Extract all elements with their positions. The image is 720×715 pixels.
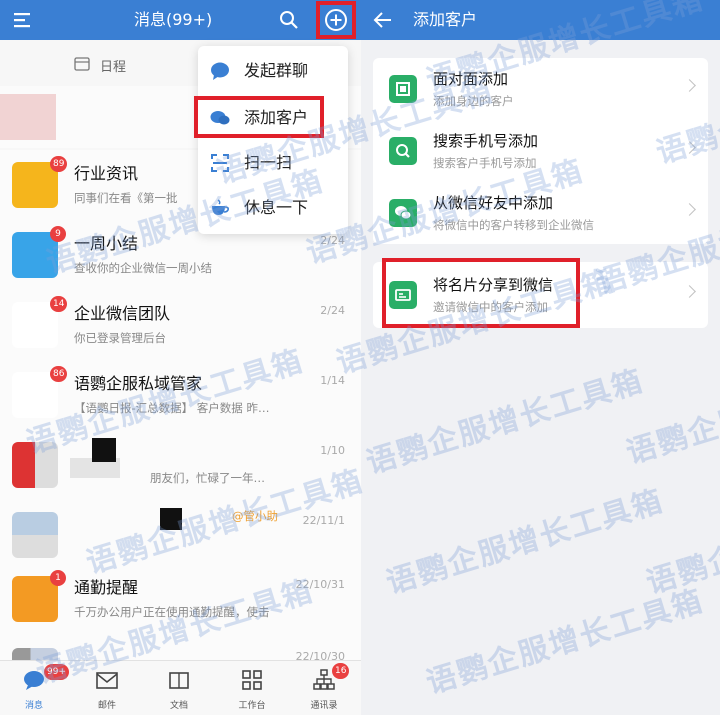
unread-badge: 89 — [50, 156, 68, 172]
tab-label: 工作台 — [238, 701, 266, 711]
tab-badge: 16 — [332, 663, 350, 679]
list-item[interactable]: 朋友们，忙碌了一年… 1/10 — [0, 430, 361, 500]
tab-workbench[interactable]: 工作台 — [222, 661, 282, 715]
coffee-cup-icon — [212, 199, 229, 215]
option-title: 搜索手机号添加 — [433, 132, 539, 150]
unread-badge: 9 — [50, 226, 66, 242]
chat-preview: 朋友们，忙碌了一年… — [150, 471, 265, 485]
option-face-to-face[interactable]: 面对面添加 添加身边的客户 — [373, 58, 708, 120]
chat-preview: 同事们在看《第一批 — [74, 191, 178, 205]
option-title: 面对面添加 — [433, 70, 509, 88]
chevron-right-icon — [683, 141, 696, 154]
blurred-avatar — [0, 94, 56, 140]
search-icon[interactable] — [279, 10, 299, 30]
tab-messages[interactable]: 99+ 消息 — [4, 661, 69, 715]
highlight-box-add-customer — [194, 96, 324, 138]
chat-preview: @管小助 — [232, 509, 278, 523]
scan-icon — [211, 154, 229, 172]
document-icon — [169, 672, 189, 689]
search-icon — [396, 144, 410, 158]
schedule-label: 日程 — [100, 60, 127, 75]
messages-screen: 消息(99+) 日程 89 行业资讯同事们在看《第一批 9 一周小结查收你的企业微信一… — [0, 0, 361, 715]
chat-name: 通勤提醒 — [74, 578, 139, 597]
chat-date: 22/11/1 — [302, 514, 345, 527]
option-subtitle: 搜索客户手机号添加 — [433, 156, 537, 170]
menu-item-label: 休息一下 — [244, 198, 309, 217]
page-title: 添加客户 — [413, 10, 478, 29]
chat-date: 1/10 — [320, 444, 345, 457]
chat-preview: 千万办公用户正在使用通勤提醒，使击 — [74, 605, 270, 619]
chat-name: 一周小结 — [74, 234, 139, 253]
bottom-tab-bar: 99+ 消息 邮件 文档 工作台 16 通讯录 — [0, 660, 361, 715]
unread-badge: 1 — [50, 570, 66, 586]
unread-badge: 86 — [50, 366, 68, 382]
tab-label: 消息 — [24, 701, 43, 711]
chat-preview: 【语鹦日报-汇总数据】 客户数据 昨… — [74, 401, 270, 415]
chat-name: 语鹦企服私域管家 — [74, 374, 203, 393]
add-customer-header: 添加客户 — [361, 0, 720, 40]
menu-item-label: 发起群聊 — [244, 61, 309, 80]
tab-label: 邮件 — [97, 701, 116, 711]
tab-mail[interactable]: 邮件 — [77, 661, 137, 715]
menu-item-take-break[interactable]: 休息一下 — [198, 185, 348, 231]
avatar — [12, 442, 58, 488]
chevron-right-icon — [683, 285, 696, 298]
chat-preview: 你已登录管理后台 — [74, 331, 166, 345]
option-subtitle: 将微信中的客户转移到企业微信 — [433, 218, 594, 232]
blurred-content — [92, 438, 116, 462]
mail-icon — [96, 672, 118, 689]
list-item[interactable]: 86 语鹦企服私域管家【语鹦日报-汇总数据】 客户数据 昨… 1/14 — [0, 360, 361, 430]
list-item[interactable]: 14 企业微信团队你已登录管理后台 2/24 — [0, 290, 361, 360]
qrcode-icon — [396, 82, 410, 96]
menu-item-start-group-chat[interactable]: 发起群聊 — [198, 48, 348, 94]
chat-date: 22/10/31 — [295, 578, 345, 591]
back-arrow-icon[interactable] — [373, 10, 393, 30]
chat-date: 1/14 — [320, 374, 345, 387]
calendar-icon — [74, 57, 90, 71]
chat-name: 行业资讯 — [74, 164, 139, 183]
option-search-phone[interactable]: 搜索手机号添加 搜索客户手机号添加 — [373, 120, 708, 182]
blurred-content — [160, 508, 182, 530]
list-item[interactable]: @管小助 22/11/1 — [0, 500, 361, 564]
messages-header: 消息(99+) — [0, 0, 361, 40]
add-options-card: 面对面添加 添加身边的客户 搜索手机号添加 搜索客户手机号添加 从微信好友中添加… — [373, 58, 708, 244]
highlight-box-share-card — [382, 258, 580, 328]
option-subtitle: 添加身边的客户 — [433, 94, 514, 108]
option-wechat-friends[interactable]: 从微信好友中添加 将微信中的客户转移到企业微信 — [373, 182, 708, 244]
grid-icon — [242, 670, 262, 690]
option-icon-box — [389, 75, 417, 103]
option-title: 从微信好友中添加 — [433, 194, 554, 212]
tab-contacts[interactable]: 16 通讯录 — [294, 661, 354, 715]
chat-name: 企业微信团队 — [74, 304, 171, 323]
menu-icon[interactable] — [14, 11, 34, 29]
chevron-right-icon — [683, 203, 696, 216]
chat-date: 2/24 — [320, 304, 345, 317]
add-customer-screen: 添加客户 面对面添加 添加身边的客户 搜索手机号添加 搜索客户手机号添加 从微信… — [361, 0, 720, 715]
option-icon-box — [389, 199, 417, 227]
list-item[interactable]: 1 通勤提醒千万办公用户正在使用通勤提醒，使击 22/10/31 — [0, 564, 361, 636]
add-dropdown-menu: 发起群聊 添加客户 扫一扫 休息一下 — [198, 46, 348, 234]
tab-label: 通讯录 — [310, 701, 338, 711]
tab-badge: 99+ — [44, 664, 69, 680]
chat-bubble-icon — [24, 671, 44, 690]
avatar — [12, 512, 58, 558]
option-icon-box — [389, 137, 417, 165]
tab-docs[interactable]: 文档 — [149, 661, 209, 715]
menu-item-label: 扫一扫 — [244, 153, 293, 172]
menu-item-scan[interactable]: 扫一扫 — [198, 140, 348, 186]
chat-date: 2/24 — [320, 234, 345, 247]
page-title: 消息(99+) — [134, 10, 213, 29]
tab-label: 文档 — [169, 701, 188, 711]
unread-badge: 14 — [50, 296, 68, 312]
chevron-right-icon — [683, 79, 696, 92]
chat-bubble-icon — [211, 62, 229, 80]
wechat-icon — [395, 206, 412, 220]
highlight-box-plus — [316, 1, 356, 39]
chat-preview: 查收你的企业微信一周小结 — [74, 261, 212, 275]
